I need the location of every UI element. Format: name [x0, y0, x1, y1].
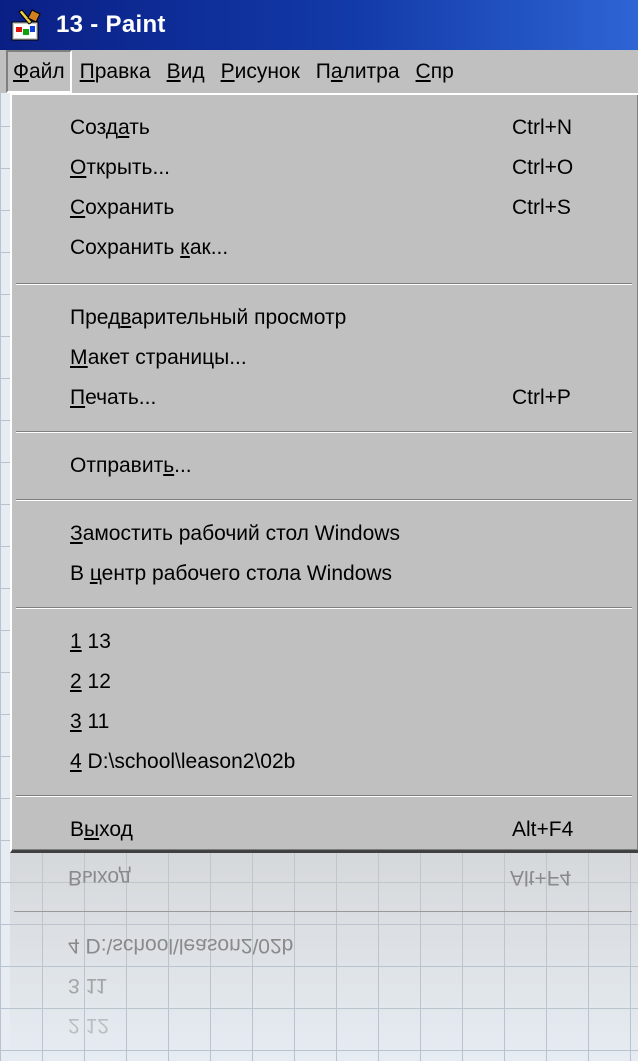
- shortcut-label: Ctrl+O: [512, 156, 574, 179]
- reflection-exit-shortcut: Alt+F4: [510, 866, 572, 889]
- menu-separator: [16, 499, 632, 501]
- reflection-exit: Выход: [68, 866, 131, 889]
- menu-help[interactable]: Спр: [408, 50, 462, 93]
- reflection-recent-4: 4 D:\school\leason2\02b: [68, 934, 294, 957]
- reflection-recent-3: 3 11: [68, 974, 108, 997]
- shortcut-label: Ctrl+N: [512, 116, 573, 139]
- menu-item-print[interactable]: Печать... Ctrl+P: [12, 377, 638, 417]
- menu-item-open[interactable]: Открыть... Ctrl+O: [12, 147, 638, 187]
- menu-bar: Файл Правка Вид Рисунок Палитра Спр: [0, 50, 638, 93]
- menu-image[interactable]: Рисунок: [213, 50, 308, 93]
- menu-item-send[interactable]: Отправить...: [12, 445, 638, 485]
- menu-reflection: Выход Alt+F4 4 D:\school\leason2\02b 3 1…: [10, 853, 638, 1061]
- menu-separator: [16, 283, 632, 285]
- shortcut-label: Ctrl+S: [512, 196, 571, 219]
- menu-item-print-preview[interactable]: Предварительный просмотр: [12, 297, 638, 337]
- menu-item-set-wallpaper-tiled[interactable]: Замостить рабочий стол Windows: [12, 513, 638, 553]
- menu-view[interactable]: Вид: [159, 50, 213, 93]
- shortcut-label: Alt+F4: [512, 818, 574, 841]
- recent-file-3[interactable]: 3 11: [12, 701, 638, 741]
- menu-file[interactable]: Файл: [6, 50, 72, 93]
- recent-file-2[interactable]: 2 12: [12, 661, 638, 701]
- menu-item-page-setup[interactable]: Макет страницы...: [12, 337, 638, 377]
- recent-file-1[interactable]: 1 13: [12, 621, 638, 661]
- menu-edit[interactable]: Правка: [72, 50, 159, 93]
- menu-item-set-wallpaper-centered[interactable]: В центр рабочего стола Windows: [12, 553, 638, 593]
- reflection-separator: [14, 911, 632, 912]
- shortcut-label: Ctrl+P: [512, 386, 571, 409]
- menu-item-new[interactable]: Создать Ctrl+N: [12, 107, 638, 147]
- menu-item-save-as[interactable]: Сохранить как...: [12, 227, 638, 267]
- menu-separator: [16, 607, 632, 609]
- menu-palette[interactable]: Палитра: [308, 50, 408, 93]
- window-title: 13 - Paint: [56, 11, 166, 38]
- menu-item-save[interactable]: Сохранить Ctrl+S: [12, 187, 638, 227]
- menu-separator: [16, 431, 632, 433]
- recent-file-4[interactable]: 4 D:\school\leason2\02b: [12, 741, 638, 781]
- menu-separator: [16, 795, 632, 797]
- title-bar: 13 - Paint: [0, 0, 638, 50]
- file-menu-dropdown: Создать Ctrl+N Открыть... Ctrl+O Сохрани…: [10, 93, 638, 853]
- menu-item-exit[interactable]: Выход Alt+F4: [12, 809, 638, 849]
- paint-app-icon[interactable]: [10, 8, 46, 42]
- reflection-recent-2: 2 12: [68, 1014, 109, 1037]
